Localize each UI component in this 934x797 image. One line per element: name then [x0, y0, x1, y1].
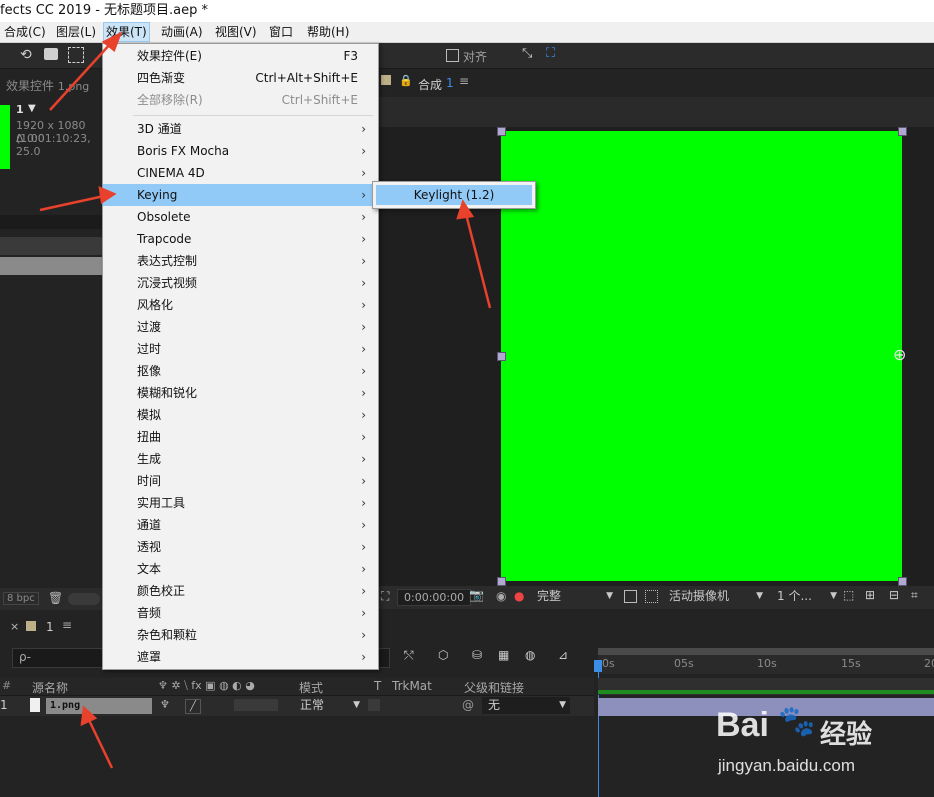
- watermark-brand-a: Bai: [716, 706, 769, 744]
- arrow-to-keying: [39, 185, 117, 212]
- paw-logo-icon: 🐾: [778, 704, 816, 739]
- arrow-to-effect-menu: [49, 31, 123, 111]
- watermark-brand-b: 经验: [820, 720, 873, 750]
- arrow-to-layer: [80, 705, 114, 769]
- annotation-arrows: [39, 31, 492, 769]
- watermark-url: jingyan.baidu.com: [718, 756, 856, 775]
- baidu-watermark: Bai 🐾 经验 jingyan.baidu.com: [712, 700, 922, 790]
- arrow-to-keylight: [456, 199, 492, 309]
